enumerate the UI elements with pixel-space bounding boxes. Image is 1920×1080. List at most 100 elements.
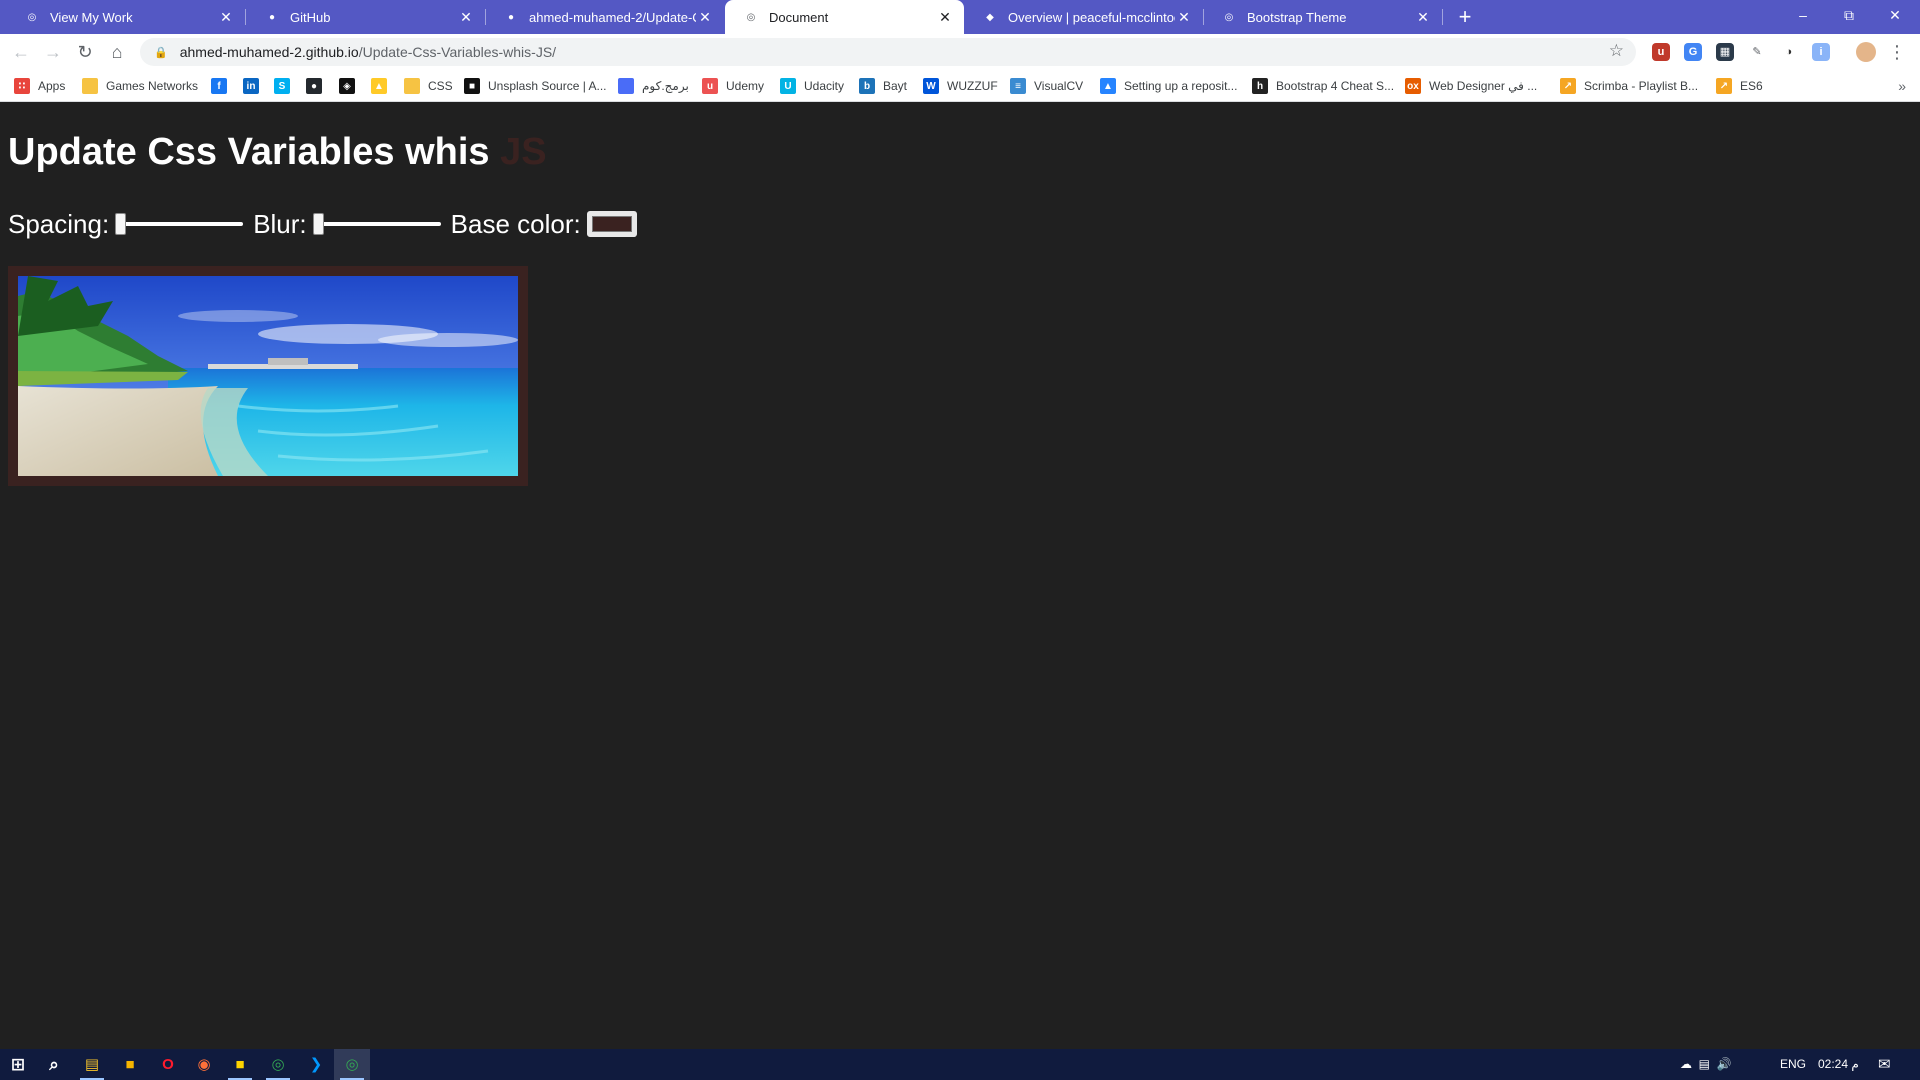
folder-icon	[404, 78, 420, 94]
spacing-label: Spacing:	[8, 208, 110, 239]
bookmark-label: برمج.كوم	[642, 79, 689, 93]
browser-tab[interactable]: ◎ View My Work ✕	[6, 0, 246, 34]
bookmark-item[interactable]: ◈	[339, 70, 355, 102]
profile-avatar[interactable]	[1856, 42, 1876, 62]
bookmark-label: WUZZUF	[947, 79, 998, 93]
taskbar-button[interactable]: ◎	[260, 1049, 296, 1080]
extension-icon[interactable]: ▦	[1716, 43, 1734, 61]
bookmark-label: Udemy	[726, 79, 765, 93]
ublock-extension-icon[interactable]: u	[1652, 43, 1670, 61]
action-center-icon[interactable]: ✉	[1878, 1049, 1891, 1080]
browser-tab[interactable]: ● GitHub ✕	[246, 0, 486, 34]
tab-title: Overview | peaceful-mcclintock-c	[1008, 9, 1175, 25]
new-tab-button[interactable]: +	[1452, 4, 1478, 30]
bookmark-item[interactable]: CSS	[404, 70, 453, 102]
forward-arrow-icon[interactable]: →	[40, 39, 66, 65]
browser-tab[interactable]: ● ahmed-muhamed-2/Update-Css✕	[485, 0, 724, 34]
info-extension-icon[interactable]: i	[1812, 43, 1830, 61]
atlassian-icon: ▲	[1100, 78, 1116, 94]
bookmark-label: Web Designer في ...	[1429, 79, 1538, 93]
bookmark-item[interactable]: Games Networks	[82, 70, 198, 102]
color-picker-extension-icon[interactable]: ✎	[1748, 43, 1766, 61]
scrimba-icon: ↗	[1560, 78, 1576, 94]
bookmark-star-icon[interactable]: ☆	[1609, 41, 1624, 61]
bookmark-item[interactable]: ▲	[371, 70, 387, 102]
vscode-icon: ❯	[309, 1055, 323, 1073]
bookmark-item[interactable]: h Bootstrap 4 Cheat S...	[1252, 70, 1394, 102]
browser-menu-icon[interactable]: ⋮	[1888, 39, 1906, 65]
search-icon: ⌕	[49, 1054, 59, 1074]
bookmark-item[interactable]: ∷ Apps	[14, 70, 65, 102]
restore-window-button[interactable]: ⧉	[1826, 0, 1872, 30]
taskbar-button[interactable]: ❯	[298, 1049, 334, 1080]
taskbar-button[interactable]: ■	[112, 1049, 148, 1080]
linkedin-icon: in	[243, 78, 259, 94]
github-icon: ●	[268, 11, 276, 23]
browser-tab[interactable]: ◆ Overview | peaceful-mcclintock-c✕	[964, 0, 1204, 34]
bookmark-item[interactable]: ↗ ES6	[1716, 70, 1763, 102]
blur-slider-thumb[interactable]	[312, 213, 324, 235]
back-arrow-icon[interactable]: ←	[8, 39, 34, 65]
base-color-picker[interactable]	[586, 211, 637, 237]
bookmark-item[interactable]: ▲ Setting up a reposit...	[1100, 70, 1237, 102]
browser-tab[interactable]: ◎ Document ✕	[725, 0, 964, 34]
close-tab-icon[interactable]: ✕	[217, 9, 235, 26]
minimize-window-button[interactable]: –	[1780, 0, 1826, 30]
image-frame	[8, 266, 528, 486]
translate-extension-icon[interactable]: G	[1684, 43, 1702, 61]
close-tab-icon[interactable]: ✕	[1414, 9, 1432, 26]
tray-icons[interactable]: ☁ ▤ 🔊	[1680, 1049, 1732, 1080]
close-tab-icon[interactable]: ✕	[1175, 9, 1193, 26]
base-color-swatch	[591, 216, 632, 232]
bookmark-item[interactable]: b Bayt	[859, 70, 907, 102]
dark-reader-extension-icon[interactable]: ◑	[1780, 43, 1798, 61]
scrimba-icon: ↗	[1716, 78, 1732, 94]
bookmark-item[interactable]: ■ Unsplash Source | A...	[464, 70, 607, 102]
bookmark-item[interactable]: f	[211, 70, 227, 102]
firefox-icon: ◉	[197, 1055, 211, 1073]
close-tab-icon[interactable]: ✕	[696, 9, 714, 26]
url-host: ahmed-muhamed-2.github.io	[179, 44, 359, 60]
home-icon[interactable]: ⌂	[104, 39, 130, 65]
bookmark-item[interactable]: U Udacity	[780, 70, 844, 102]
taskbar-button[interactable]: ⊞	[0, 1049, 36, 1080]
taskbar-button[interactable]: ■	[222, 1049, 258, 1080]
bookmark-item[interactable]: ox Web Designer في ...	[1405, 70, 1537, 102]
spacing-slider[interactable]	[115, 211, 244, 237]
netlify-icon: ◆	[986, 11, 994, 23]
bookmark-item[interactable]: S	[274, 70, 290, 102]
close-tab-icon[interactable]: ✕	[936, 9, 954, 26]
address-bar[interactable]: 🔒 ahmed-muhamed-2.github.io/Update-Css-V…	[140, 38, 1636, 66]
opera-icon: O	[162, 1055, 174, 1073]
browser-tab[interactable]: ◎ Bootstrap Theme ✕	[1203, 0, 1443, 34]
bookmark-item[interactable]: W WUZZUF	[923, 70, 998, 102]
bookmark-item[interactable]: ↗ Scrimba - Playlist B...	[1560, 70, 1698, 102]
taskbar-button[interactable]: ⌕	[36, 1049, 72, 1080]
bookmark-item[interactable]: ●	[306, 70, 322, 102]
bookmark-item[interactable]: برمج.كوم	[618, 70, 689, 102]
language-indicator[interactable]: ENG	[1780, 1049, 1806, 1080]
bookmark-item[interactable]: ≡ VisualCV	[1010, 70, 1083, 102]
lock-icon: 🔒	[154, 46, 168, 59]
tab-separator	[1442, 9, 1443, 25]
clock[interactable]: 02:24 م	[1818, 1049, 1859, 1080]
blur-slider[interactable]	[312, 211, 441, 237]
apps-grid-icon: ∷	[14, 78, 30, 94]
tab-title: Document	[769, 9, 829, 25]
reload-icon[interactable]: ↻	[72, 39, 98, 65]
bookmark-item[interactable]: in	[243, 70, 259, 102]
close-tab-icon[interactable]: ✕	[457, 9, 475, 26]
close-window-button[interactable]: ✕	[1872, 0, 1918, 30]
bookmark-label: Bayt	[883, 79, 908, 93]
bookmark-item[interactable]: u Udemy	[702, 70, 764, 102]
controls-row: Spacing: Blur: Base color:	[8, 207, 637, 241]
taskbar-button[interactable]: ▤	[74, 1049, 110, 1080]
windows-taskbar: ☁ ▤ 🔊 ENG 02:24 م ✉ ⊞ ⌕ ▤ ■ O ◉ ■ ◎ ❯ ◎	[0, 1049, 1920, 1080]
spacing-slider-thumb[interactable]	[115, 213, 127, 235]
taskbar-button[interactable]: O	[150, 1049, 186, 1080]
more-bookmarks-chevron-icon[interactable]: »	[1898, 70, 1906, 102]
taskbar-button[interactable]: ◉	[186, 1049, 222, 1080]
bookmark-label: Udacity	[804, 79, 845, 93]
taskbar-button[interactable]: ◎	[334, 1049, 370, 1080]
bookmark-label: Unsplash Source | A...	[488, 79, 607, 93]
